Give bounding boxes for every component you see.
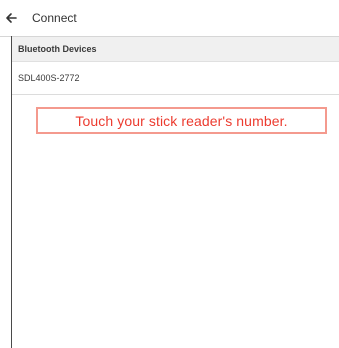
page-title: Connect — [32, 11, 77, 25]
arrow-left-icon — [6, 13, 17, 23]
instruction-banner: Touch your stick reader's number. — [36, 107, 327, 134]
device-name: SDL400S-2772 — [18, 73, 80, 83]
instruction-text: Touch your stick reader's number. — [75, 112, 288, 129]
connect-screen: Connect Bluetooth Devices SDL400S-2772 T… — [0, 0, 339, 348]
section-header-label: Bluetooth Devices — [18, 44, 97, 54]
app-bar: Connect — [0, 0, 339, 37]
device-item-sdl400s-2772[interactable]: SDL400S-2772 — [12, 62, 339, 95]
back-button[interactable] — [0, 0, 22, 36]
bluetooth-devices-header: Bluetooth Devices — [12, 37, 339, 62]
